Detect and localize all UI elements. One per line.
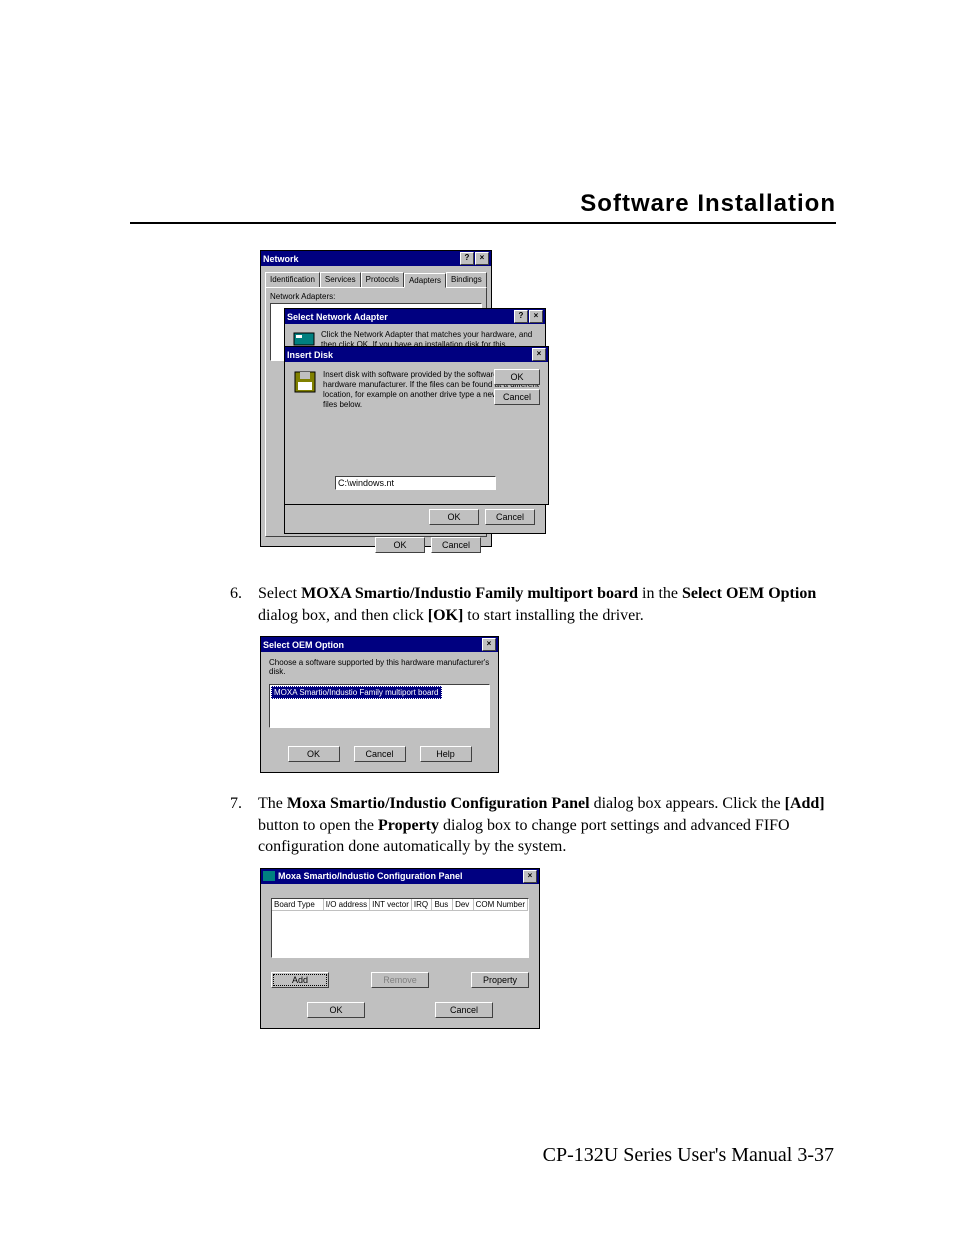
select-adapter-ok-button[interactable]: OK <box>429 509 479 525</box>
t: in the <box>638 585 682 602</box>
tab-identification[interactable]: Identification <box>265 272 320 287</box>
t: to start installing the driver. <box>463 607 643 624</box>
col-dev: Dev <box>453 899 474 910</box>
t: dialog box appears. Click the <box>590 795 785 812</box>
config-ok-button[interactable]: OK <box>307 1002 365 1018</box>
network-cancel-button[interactable]: Cancel <box>431 537 481 553</box>
property-button[interactable]: Property <box>471 972 529 988</box>
floppy-icon <box>293 370 317 394</box>
oem-list[interactable]: MOXA Smartio/Industio Family multiport b… <box>269 684 490 728</box>
config-title: Moxa Smartio/Industio Configuration Pane… <box>278 871 463 881</box>
oem-cancel-button[interactable]: Cancel <box>354 746 406 762</box>
close-icon[interactable]: × <box>529 310 543 323</box>
config-cancel-button[interactable]: Cancel <box>435 1002 493 1018</box>
oem-label: Choose a software supported by this hard… <box>269 658 490 676</box>
path-input[interactable]: C:\windows.nt <box>335 476 496 490</box>
col-board-type: Board Type <box>272 899 324 910</box>
adapters-label: Network Adapters: <box>270 292 482 301</box>
select-adapter-cancel-button[interactable]: Cancel <box>485 509 535 525</box>
t: MOXA Smartio/Industio Family multiport b… <box>301 585 638 602</box>
step-6: 6. Select MOXA Smartio/Industio Family m… <box>230 583 834 626</box>
t: [OK] <box>428 607 464 624</box>
config-panel-window: Moxa Smartio/Industio Configuration Pane… <box>260 868 540 1029</box>
close-icon[interactable]: × <box>482 638 496 651</box>
col-int-vector: INT vector <box>370 899 412 910</box>
col-bus: Bus <box>432 899 453 910</box>
step-number: 6. <box>230 583 258 626</box>
network-ok-button[interactable]: OK <box>375 537 425 553</box>
col-com-number: COM Number <box>474 899 528 910</box>
col-io-address: I/O address <box>324 899 370 910</box>
add-button[interactable]: Add <box>271 972 329 988</box>
board-table[interactable]: Board Type I/O address INT vector IRQ Bu… <box>271 898 529 958</box>
tab-adapters[interactable]: Adapters <box>404 273 446 288</box>
col-irq: IRQ <box>412 899 433 910</box>
screenshot-network-cluster: Network ? × Identification Services Prot… <box>260 250 547 563</box>
network-tabs: Identification Services Protocols Adapte… <box>265 272 487 287</box>
remove-button[interactable]: Remove <box>371 972 429 988</box>
close-icon[interactable]: × <box>532 348 546 361</box>
t: Property <box>378 817 439 834</box>
page-header: Software Installation <box>130 190 836 222</box>
t: Moxa Smartio/Industio Configuration Pane… <box>287 795 590 812</box>
network-title: Network <box>263 254 299 264</box>
close-icon[interactable]: × <box>523 870 537 883</box>
help-icon[interactable]: ? <box>460 252 474 265</box>
close-icon[interactable]: × <box>475 252 489 265</box>
tab-bindings[interactable]: Bindings <box>446 272 487 287</box>
page-footer: CP-132U Series User's Manual 3-37 <box>543 1144 834 1167</box>
insert-disk-title: Insert Disk <box>287 350 333 360</box>
help-icon[interactable]: ? <box>514 310 528 323</box>
tab-protocols[interactable]: Protocols <box>361 272 404 287</box>
step-7: 7. The Moxa Smartio/Industio Configurati… <box>230 793 834 858</box>
t: The <box>258 795 287 812</box>
t: button to open the <box>258 817 378 834</box>
select-adapter-title: Select Network Adapter <box>287 312 388 322</box>
oem-selected-item[interactable]: MOXA Smartio/Industio Family multiport b… <box>271 686 442 699</box>
moxa-icon <box>263 871 275 881</box>
t: [Add] <box>785 795 825 812</box>
oem-title: Select OEM Option <box>263 640 344 650</box>
insert-disk-cancel-button[interactable]: Cancel <box>494 389 540 405</box>
step-number: 7. <box>230 793 258 858</box>
tab-services[interactable]: Services <box>320 272 361 287</box>
insert-disk-window: Insert Disk × Insert disk with software … <box>284 346 549 505</box>
select-oem-window: Select OEM Option × Choose a software su… <box>260 636 499 773</box>
oem-help-button[interactable]: Help <box>420 746 472 762</box>
t: dialog box, and then click <box>258 607 428 624</box>
t: Select OEM Option <box>682 585 816 602</box>
t: Select <box>258 585 301 602</box>
oem-ok-button[interactable]: OK <box>288 746 340 762</box>
insert-disk-ok-button[interactable]: OK <box>494 369 540 385</box>
